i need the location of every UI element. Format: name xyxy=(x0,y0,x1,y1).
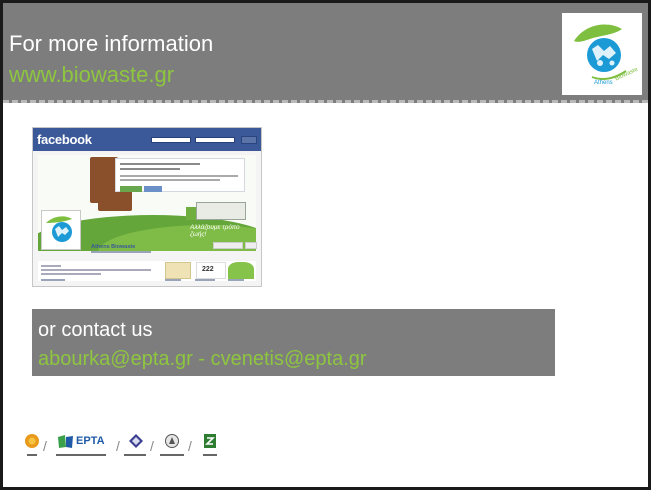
email-field xyxy=(151,137,191,143)
svg-text:Athens: Athens xyxy=(594,80,613,86)
like-button[interactable] xyxy=(213,242,243,249)
login-button xyxy=(241,136,257,144)
thumbnail-image xyxy=(228,262,254,279)
likes-count-box: 222 xyxy=(196,262,226,279)
facebook-info-row: 222 xyxy=(38,261,256,281)
likes-count: 222 xyxy=(202,266,214,273)
facebook-page-name: Athens Biowaste xyxy=(91,244,136,250)
sun-emblem-icon xyxy=(25,434,39,448)
facebook-top-bar: facebook xyxy=(33,128,261,151)
svg-text:Biowaste: Biowaste xyxy=(614,66,639,82)
municipality-emblem-icon xyxy=(165,434,179,448)
website-link[interactable]: www.biowaste.gr xyxy=(9,62,174,88)
cover-slogan: Αλλάζουμε τρόπο ζωής! xyxy=(190,224,240,238)
header-banner: For more information www.biowaste.gr Ath… xyxy=(3,3,648,103)
epta-logo-icon xyxy=(58,435,73,448)
password-field xyxy=(195,137,235,143)
athens-biowaste-logo: Athens Biowaste xyxy=(562,13,642,95)
contact-box: or contact us abourka@epta.gr - cvenetis… xyxy=(32,309,555,376)
slide: For more information www.biowaste.gr Ath… xyxy=(3,3,648,487)
separator: / xyxy=(43,438,47,454)
facebook-info-box xyxy=(115,158,245,192)
epta-label: EPTA xyxy=(76,435,105,447)
separator: / xyxy=(116,438,120,454)
header-title: For more information xyxy=(9,31,214,56)
biowaste-logo-icon: Athens Biowaste xyxy=(574,24,640,86)
recycling-emblem-icon xyxy=(204,434,216,448)
contact-emails[interactable]: abourka@epta.gr - cvenetis@epta.gr xyxy=(38,348,367,371)
facebook-profile-picture xyxy=(41,210,81,250)
gear-icon[interactable] xyxy=(245,242,257,249)
truck-body xyxy=(196,202,246,220)
facebook-page-screenshot[interactable]: facebook Αλλάζουμε τρόπο ζωής! Athens Bi… xyxy=(32,127,262,287)
map-thumbnail xyxy=(165,262,191,279)
separator: / xyxy=(150,438,154,454)
facebook-brand: facebook xyxy=(37,132,92,147)
biowaste-logo-icon xyxy=(46,216,72,242)
contact-title: or contact us xyxy=(38,319,153,341)
partner-logos: / EPTA / / / xyxy=(24,433,234,456)
separator: / xyxy=(188,438,192,454)
diamond-emblem-icon xyxy=(129,434,143,448)
